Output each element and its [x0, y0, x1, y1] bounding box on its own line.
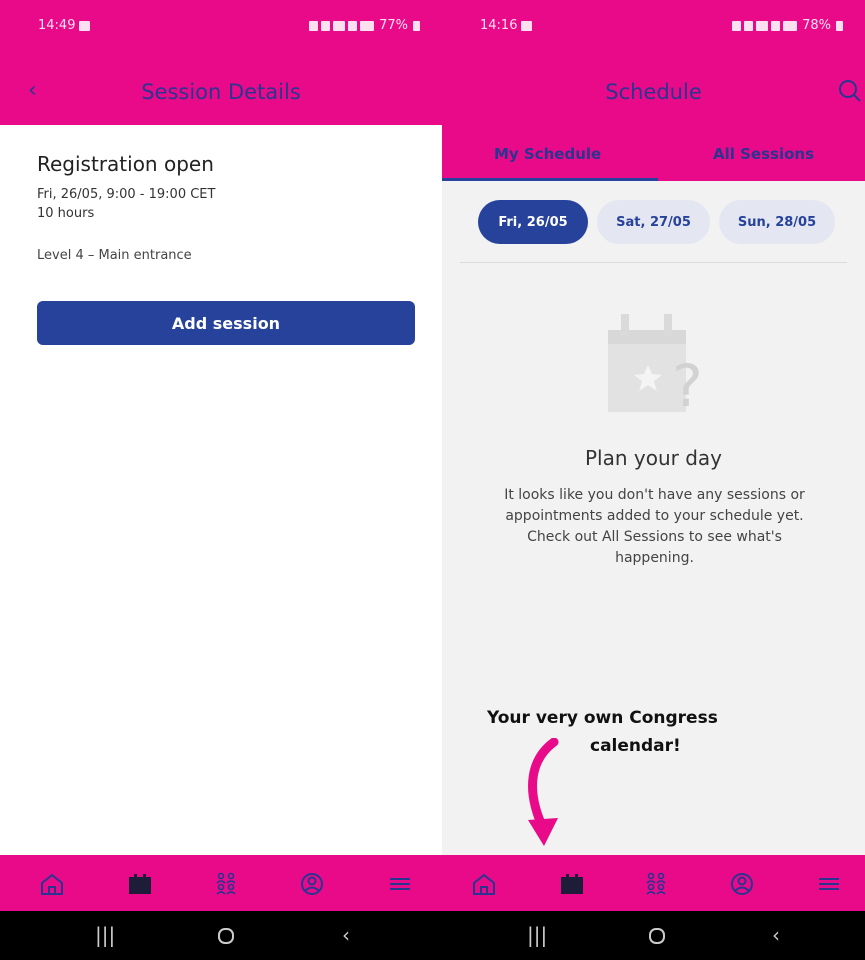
back-icon[interactable]: ‹	[342, 923, 350, 947]
network-icon	[360, 20, 375, 31]
schedule-tabs: My Schedule All Sessions	[442, 125, 865, 181]
people-icon[interactable]	[642, 871, 670, 897]
svg-text:?: ?	[672, 352, 703, 415]
status-icons: 77%	[309, 18, 420, 33]
menu-icon[interactable]	[386, 871, 414, 897]
active-tab-indicator	[442, 178, 658, 181]
alarm-icon	[309, 20, 319, 31]
network-icon	[783, 20, 798, 31]
session-datetime: Fri, 26/05, 9:00 - 19:00 CET	[37, 187, 216, 202]
recent-apps-icon[interactable]: |||	[527, 923, 547, 947]
add-session-button[interactable]: Add session	[37, 301, 415, 345]
divider	[460, 262, 847, 263]
callout-line-1: Your very own Congress	[487, 708, 718, 728]
callout-arrow-icon	[528, 738, 559, 846]
profile-icon[interactable]	[298, 871, 326, 897]
session-location: Level 4 – Main entrance	[37, 248, 192, 263]
mute-icon	[744, 20, 754, 31]
calendar-question-icon: ?	[608, 314, 703, 415]
page-title: Session Details	[141, 80, 301, 104]
recent-apps-icon[interactable]: |||	[95, 923, 115, 947]
status-bar: 14:49 77%	[0, 0, 442, 52]
search-icon[interactable]	[837, 78, 863, 104]
bottom-nav	[0, 855, 442, 911]
tab-my-schedule[interactable]: My Schedule	[494, 145, 601, 163]
status-time: 14:16	[480, 18, 533, 33]
battery-icon	[413, 20, 420, 31]
calendar-icon[interactable]	[126, 871, 154, 897]
system-nav: ||| ‹	[442, 911, 865, 960]
system-nav: ||| ‹	[0, 911, 442, 960]
calendar-icon[interactable]	[558, 871, 586, 897]
status-bar: 14:16 78%	[442, 0, 865, 52]
signal-icon	[771, 20, 781, 31]
clock-text: 14:16	[480, 18, 518, 33]
wifi-icon	[756, 20, 769, 31]
page-title: Schedule	[605, 80, 702, 104]
day-chip-sat[interactable]: Sat, 27/05	[597, 200, 710, 244]
session-details-screen: 14:49 77% ‹ Session Details Registration…	[0, 0, 442, 960]
bottom-nav	[442, 855, 865, 911]
clock-text: 14:49	[38, 18, 76, 33]
battery-icon	[836, 20, 843, 31]
day-selector: Fri, 26/05 Sat, 27/05 Sun, 28/05	[442, 200, 865, 244]
status-time: 14:49	[38, 18, 91, 33]
schedule-screen: 14:16 78% Schedule My Schedule All Sessi…	[442, 0, 865, 960]
status-icons: 78%	[732, 18, 843, 33]
gallery-icon	[521, 20, 533, 31]
app-bar: ‹ Session Details	[0, 52, 442, 125]
app-bar: Schedule	[442, 52, 865, 125]
signal-icon	[348, 20, 358, 31]
menu-icon[interactable]	[815, 871, 843, 897]
empty-state-title: Plan your day	[584, 446, 723, 470]
day-chip-fri[interactable]: Fri, 26/05	[478, 200, 588, 244]
empty-state-text: It looks like you don't have any session…	[504, 487, 805, 566]
battery-percent: 78%	[802, 18, 831, 33]
home-circle-icon[interactable]	[647, 926, 667, 946]
wifi-icon	[333, 20, 346, 31]
home-circle-icon[interactable]	[216, 926, 236, 946]
profile-icon[interactable]	[728, 871, 756, 897]
gallery-icon	[79, 20, 91, 31]
people-icon[interactable]	[212, 871, 240, 897]
day-chip-sun[interactable]: Sun, 28/05	[719, 200, 835, 244]
mute-icon	[321, 20, 331, 31]
tab-all-sessions[interactable]: All Sessions	[713, 145, 814, 163]
alarm-icon	[732, 20, 742, 31]
battery-percent: 77%	[379, 18, 408, 33]
session-title: Registration open	[37, 152, 214, 176]
home-icon[interactable]	[38, 871, 66, 897]
home-icon[interactable]	[470, 871, 498, 897]
back-icon[interactable]: ‹	[772, 923, 780, 947]
session-duration: 10 hours	[37, 206, 95, 221]
